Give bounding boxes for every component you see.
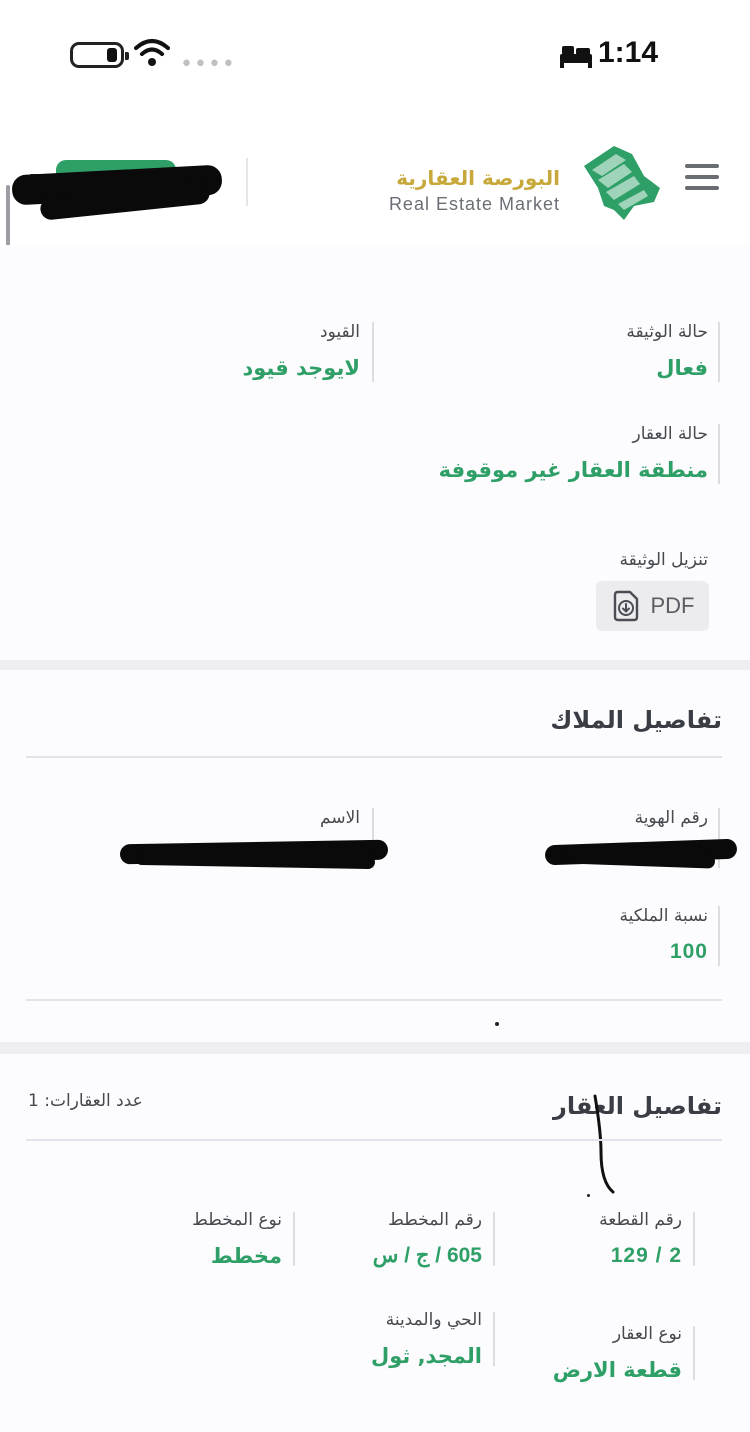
download-label: تنزيل الوثيقة <box>619 550 708 570</box>
property-title-divider <box>26 1139 722 1141</box>
logo-mark-icon <box>584 146 660 220</box>
pen-scribble <box>593 1094 615 1194</box>
property-type-label: نوع العقار <box>612 1324 682 1344</box>
plot-number-value: 2 / 129 <box>610 1244 682 1267</box>
restrictions-value: لايوجد قيود <box>242 356 360 380</box>
property-type-field: نوع العقار قطعة الارض <box>553 1322 682 1384</box>
plot-number-field: رقم القطعة 2 / 129 <box>599 1208 682 1270</box>
field-divider <box>718 906 720 966</box>
app-screen: •••• 1:14 البورصة العقارية Real Estate M… <box>0 0 750 1432</box>
field-divider <box>493 1312 495 1366</box>
owners-bottom-divider <box>26 999 722 1001</box>
plan-type-field: نوع المخطط مخطط <box>192 1208 282 1270</box>
section-divider <box>0 1042 750 1054</box>
owners-section-title: تفاصيل الملاك <box>550 706 722 734</box>
status-bar: •••• 1:14 <box>0 0 750 110</box>
section-divider <box>0 660 750 670</box>
wifi-icon <box>134 39 170 66</box>
bed-icon <box>560 46 592 68</box>
ownership-field: نسبة الملكية 100 <box>619 904 708 966</box>
plan-type-label: نوع المخطط <box>192 1210 282 1230</box>
field-divider <box>693 1326 695 1380</box>
district-label: الحي والمدينة <box>385 1310 482 1330</box>
plot-number-label: رقم القطعة <box>599 1210 682 1230</box>
property-status-field: حالة العقار منطقة العقار غير موقوفة <box>439 422 708 484</box>
download-document-icon <box>613 590 638 622</box>
property-section-title: تفاصيل العقار <box>553 1092 722 1120</box>
field-divider <box>372 322 374 382</box>
property-status-label: حالة العقار <box>632 424 708 444</box>
app-header: البورصة العقارية Real Estate Market <box>0 130 750 240</box>
owner-id-field: رقم الهوية <box>635 806 708 830</box>
property-count: عدد العقارات: 1 <box>28 1091 143 1111</box>
battery-icon <box>70 42 129 68</box>
field-divider <box>293 1212 295 1266</box>
restrictions-label: القيود <box>320 322 360 342</box>
document-status-field: حالة الوثيقة فعال <box>626 320 708 382</box>
district-field: الحي والمدينة المجد, ثول <box>371 1308 482 1370</box>
owners-title-divider <box>26 756 722 758</box>
document-status-label: حالة الوثيقة <box>626 322 708 342</box>
logo-arabic-text: البورصة العقارية <box>396 166 560 190</box>
cellular-signal-icon: •••• <box>180 52 236 77</box>
download-pdf-button[interactable]: PDF <box>596 581 709 631</box>
field-divider <box>718 424 720 484</box>
download-field: تنزيل الوثيقة <box>619 548 708 572</box>
ownership-label: نسبة الملكية <box>619 906 708 926</box>
district-value: المجد, ثول <box>371 1344 482 1368</box>
owner-name-label: الاسم <box>320 808 360 828</box>
property-status-value: منطقة العقار غير موقوفة <box>438 458 708 482</box>
restrictions-field: القيود لايوجد قيود <box>242 320 360 382</box>
clock-time: 1:14 <box>598 36 659 69</box>
property-type-value: قطعة الارض <box>552 1358 682 1382</box>
stray-dot <box>587 1194 590 1197</box>
plan-number-label: رقم المخطط <box>388 1210 482 1230</box>
owner-id-label: رقم الهوية <box>634 808 708 828</box>
menu-icon[interactable] <box>685 164 719 192</box>
field-divider <box>718 322 720 382</box>
ownership-value: 100 <box>669 940 708 963</box>
field-divider <box>693 1212 695 1266</box>
header-divider <box>246 158 248 206</box>
field-divider <box>493 1212 495 1266</box>
plan-type-value: مخطط <box>210 1244 282 1268</box>
plan-number-field: رقم المخطط 605 / ج / س <box>373 1208 482 1270</box>
logo-english-text: Real Estate Market <box>388 194 560 214</box>
stray-dot <box>495 1022 499 1026</box>
owner-name-field: الاسم <box>320 806 360 830</box>
pdf-button-label: PDF <box>650 593 695 618</box>
plan-number-value: 605 / ج / س <box>372 1244 482 1267</box>
document-status-value: فعال <box>656 356 708 380</box>
